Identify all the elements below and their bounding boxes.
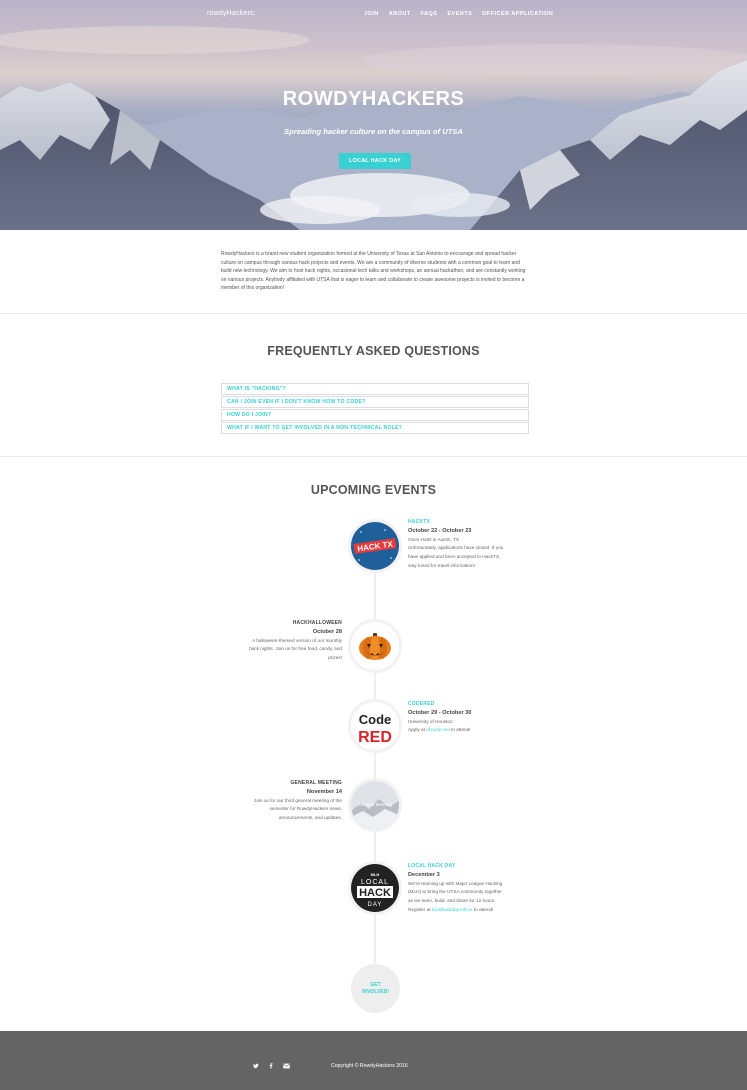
event-description: We're teaming up with Major League Hacki… (408, 880, 503, 912)
svg-text:General Meeting: General Meeting (358, 802, 392, 807)
faq-item-what-is-hacking[interactable]: WHAT IS "HACKING"? (221, 383, 529, 395)
nav-faqs[interactable]: FAQS (421, 11, 438, 17)
svg-text:Code: Code (359, 712, 392, 727)
event-hacktx: HACKTX October 22 - October 23 Omni Hote… (408, 518, 508, 571)
footer (0, 1031, 747, 1090)
nav-officer-application[interactable]: OFFICER APPLICATION (482, 11, 553, 17)
hero-subtitle: Spreading hacker culture on the campus o… (284, 127, 463, 136)
general-meeting-logo: General Meeting (351, 781, 399, 829)
faq-item-how-to-join[interactable]: HOW DO I JOIN? (221, 409, 529, 421)
svg-text:RED: RED (358, 729, 392, 746)
event-name[interactable]: CODERED (408, 700, 508, 709)
event-description: Join us for our third general meeting of… (253, 797, 342, 821)
top-nav: JOIN ABOUT FAQS EVENTS OFFICER APPLICATI… (364, 11, 553, 17)
events-title: UPCOMING EVENTS (310, 483, 437, 497)
codered-link[interactable]: uhcode.red (426, 727, 449, 732)
local-hack-day-button[interactable]: LOCAL HACK DAY (339, 153, 411, 169)
event-date: October 29 - October 30 (408, 709, 472, 716)
social-links (253, 1063, 290, 1069)
copyright-text: Copyright © RowdyHackers 2016 (331, 1063, 408, 1069)
about-text: RowdyHackers is a brand new student orga… (221, 251, 526, 292)
local-hack-day-logo: MLH LOCAL HACK DAY (351, 864, 399, 912)
local-hack-day-link[interactable]: localhackday.mlh.io (432, 907, 473, 912)
section-divider (0, 456, 747, 457)
svg-text:LOCAL: LOCAL (361, 879, 389, 886)
event-codered: CODERED October 29 - October 30 Universi… (408, 700, 508, 735)
event-description: A halloween-themed version of our monthl… (249, 637, 342, 661)
codered-logo: Code RED (351, 702, 399, 750)
pumpkin-icon (351, 622, 399, 670)
section-divider (0, 313, 747, 314)
event-name[interactable]: HACKHALLOWEEN (242, 619, 342, 628)
event-date: December 3 (408, 871, 440, 878)
event-name[interactable]: HACKTX (408, 518, 508, 527)
nav-join[interactable]: JOIN (364, 11, 379, 17)
facebook-icon[interactable] (268, 1063, 274, 1069)
hero-banner: rowdyHackers; JOIN ABOUT FAQS EVENTS OFF… (0, 0, 747, 230)
faq-list: WHAT IS "HACKING"? CAN I JOIN EVEN IF I … (221, 383, 529, 435)
event-description: Apply at uhcode.red to attend! (408, 727, 471, 733)
brand-logo[interactable]: rowdyHackers; (207, 10, 256, 17)
nav-about[interactable]: ABOUT (389, 11, 411, 17)
hacktx-logo: HACK TX (351, 522, 399, 570)
event-general-meeting: GENERAL MEETING November 14 Join us for … (242, 779, 342, 823)
faq-title: FREQUENTLY ASKED QUESTIONS (267, 344, 480, 358)
event-date: October 28 (312, 628, 342, 635)
get-involved-button[interactable]: GET INVOLVED! (351, 964, 400, 1013)
faq-item-non-technical[interactable]: WHAT IF I WANT TO GET INVOLVED IN A NON-… (221, 422, 529, 434)
nav-events[interactable]: EVENTS (447, 11, 472, 17)
mountain-background (0, 26, 747, 230)
svg-text:DAY: DAY (368, 902, 383, 908)
event-date: October 22 - October 23 (408, 527, 472, 534)
svg-text:MLH: MLH (371, 872, 380, 877)
svg-text:HACK: HACK (359, 887, 391, 899)
event-date: November 14 (306, 788, 342, 795)
faq-item-join-without-code[interactable]: CAN I JOIN EVEN IF I DON'T KNOW HOW TO C… (221, 396, 529, 408)
hero-title: ROWDYHACKERS (282, 88, 465, 110)
timeline-line (374, 522, 376, 982)
event-description: Unfortunately, applications have closed.… (408, 545, 504, 568)
twitter-icon[interactable] (253, 1063, 259, 1069)
event-hackhalloween: HACKHALLOWEEN October 28 A halloween-the… (242, 619, 342, 663)
mail-icon[interactable] (283, 1063, 290, 1069)
event-location: Omni Hotel in Austin, TX (408, 536, 459, 542)
event-name[interactable]: LOCAL HACK DAY (408, 862, 508, 871)
event-location: University of Houston (408, 718, 453, 724)
event-name[interactable]: GENERAL MEETING (242, 779, 342, 788)
event-local-hack-day: LOCAL HACK DAY December 3 We're teaming … (408, 862, 508, 915)
